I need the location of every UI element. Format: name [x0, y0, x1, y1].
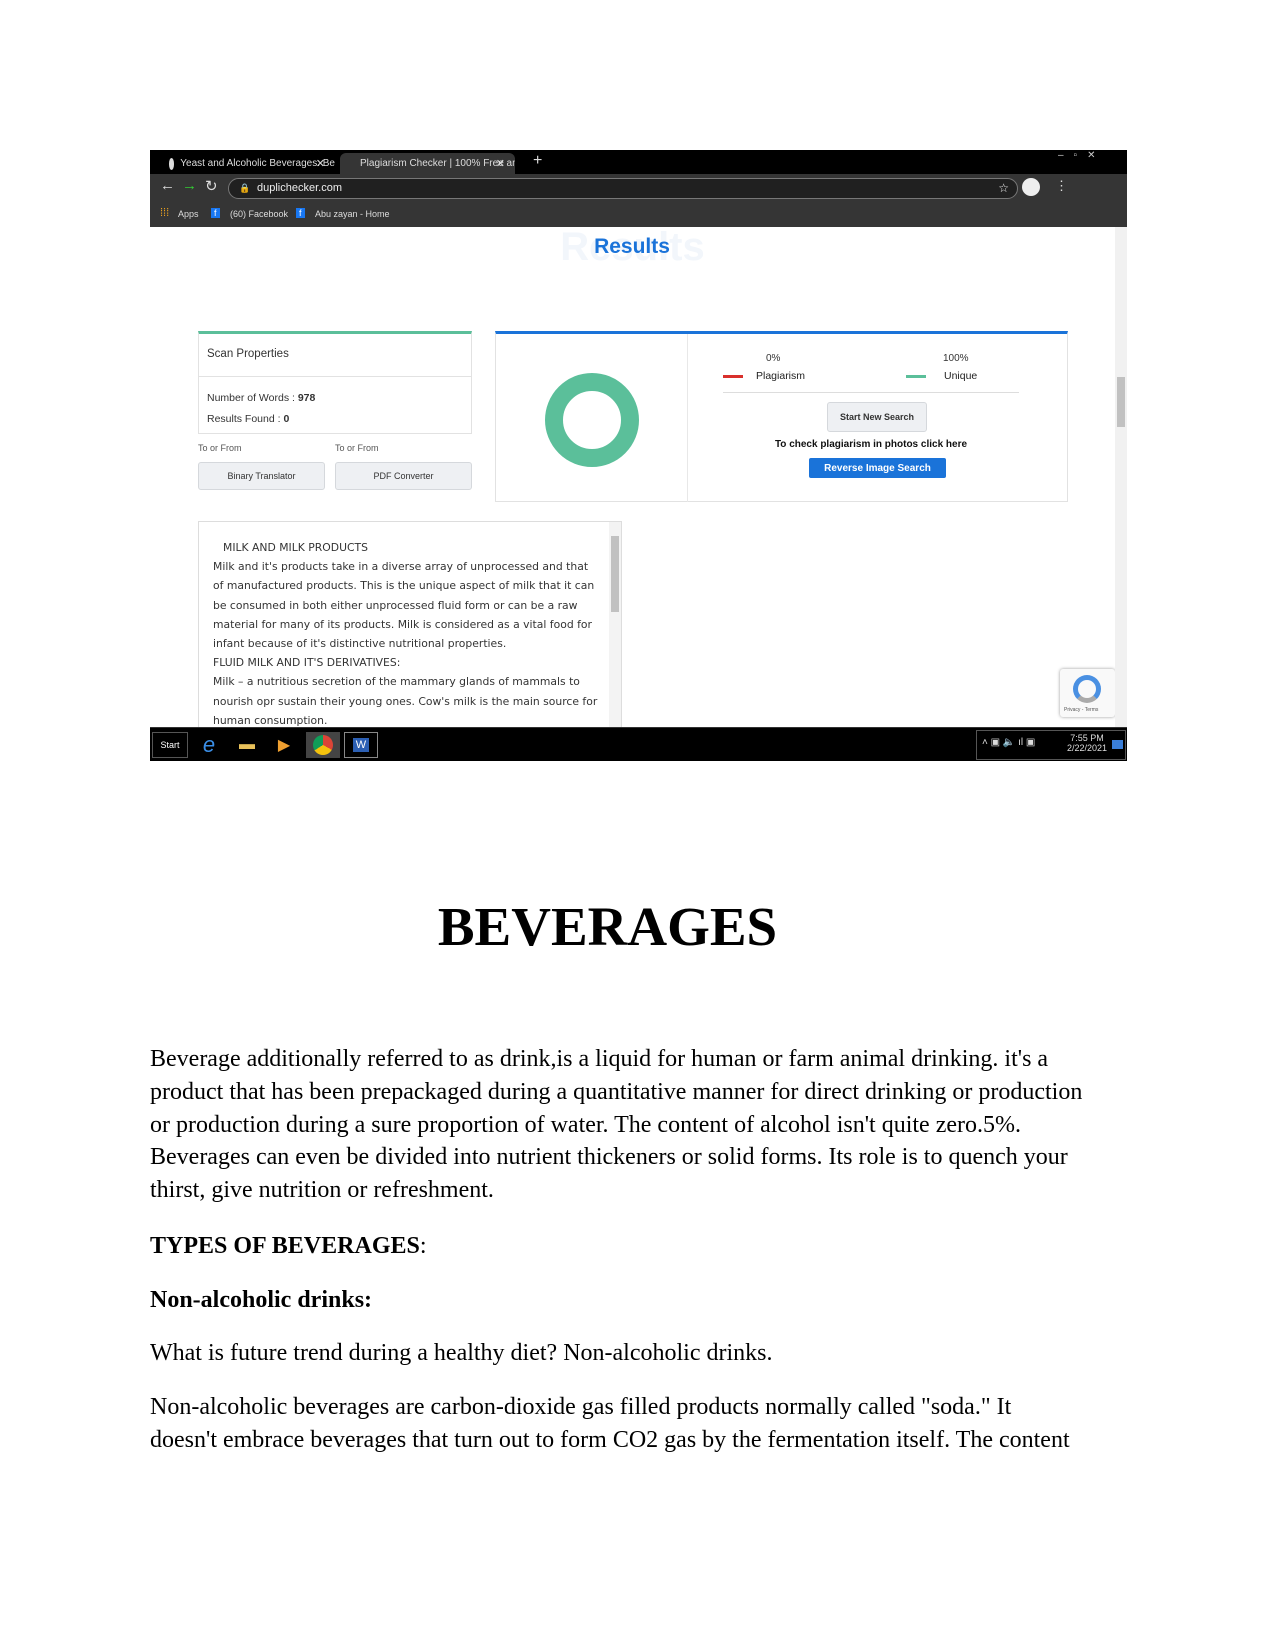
- new-tab-icon[interactable]: +: [533, 152, 542, 170]
- window-controls[interactable]: –▫✕: [1058, 150, 1106, 161]
- text-line: Milk and it's products take in a diverse…: [213, 560, 589, 574]
- page-content: Results Results Scan Properties Number o…: [150, 225, 1115, 731]
- submitted-text-box[interactable]: MILK AND MILK PRODUCTS Milk and it's prod…: [198, 521, 622, 731]
- url-text: duplichecker.com: [257, 182, 342, 194]
- lock-icon: 🔒: [239, 183, 251, 193]
- types-heading: TYPES OF BEVERAGES:: [150, 1233, 427, 1259]
- clock[interactable]: 7:55 PM 2/22/2021: [1067, 733, 1107, 753]
- bookmarks-bar: ⁞⁞⁞ Apps f (60) Facebook f Abu zayan - H…: [150, 203, 1127, 227]
- submitted-text: MILK AND MILK PRODUCTS Milk and it's prod…: [213, 538, 603, 730]
- facebook-icon: f: [211, 208, 220, 218]
- chrome-icon[interactable]: [306, 732, 340, 758]
- tab-plagiarism-checker[interactable]: Plagiarism Checker | 100% Free an ✕: [340, 153, 515, 174]
- results-found: Results Found : 0: [207, 413, 290, 425]
- unique-legend-swatch: [906, 375, 926, 378]
- text-line: be consumed in both either unprocessed f…: [213, 598, 578, 612]
- text-line: Milk – a nutritious secretion of the mam…: [213, 675, 580, 689]
- scan-properties-heading: Scan Properties: [207, 348, 289, 360]
- facebook-icon: f: [296, 208, 305, 218]
- address-toolbar: ← → ↻ 🔒 duplichecker.com ☆ ⋮: [150, 174, 1127, 203]
- unique-label: Unique: [944, 370, 978, 382]
- forward-icon[interactable]: →: [182, 177, 197, 194]
- text-line: infant because of it's distinctive nutri…: [213, 637, 507, 651]
- internet-explorer-icon[interactable]: e: [192, 732, 226, 758]
- intro-paragraph: Beverage additionally referred to as dri…: [150, 1043, 1130, 1207]
- start-new-search-button[interactable]: Start New Search: [827, 402, 927, 432]
- converter-caption: To or From: [198, 443, 242, 453]
- text-line: of manufactured products. This is the un…: [213, 579, 595, 593]
- non-alcoholic-heading: Non-alcoholic drinks:: [150, 1287, 373, 1313]
- recaptcha-badge[interactable]: Privacy - Terms: [1060, 669, 1115, 717]
- embedded-screenshot: Yeast and Alcoholic Beverages: Be ✕ Plag…: [150, 150, 1127, 761]
- reload-icon[interactable]: ↻: [205, 177, 218, 195]
- recaptcha-icon: [1073, 675, 1101, 703]
- photo-hint-text: To check plagiarism in photos click here: [774, 439, 968, 450]
- media-player-icon[interactable]: ▶: [267, 732, 301, 758]
- unique-donut-ring: [545, 373, 639, 467]
- question-paragraph: What is future trend during a healthy di…: [150, 1340, 773, 1366]
- unique-donut-chart: [545, 373, 639, 467]
- binary-translator-button[interactable]: Binary Translator: [198, 462, 325, 490]
- text-line: Non-alcoholic beverages are carbon-dioxi…: [150, 1394, 1012, 1420]
- plagiarism-legend-swatch: [723, 375, 743, 378]
- unique-percent: 100%: [943, 353, 969, 364]
- text-line: Beverage additionally referred to as dri…: [150, 1046, 1049, 1072]
- profile-icon[interactable]: [1022, 178, 1040, 196]
- word-icon[interactable]: W: [344, 732, 378, 758]
- page-scrollbar[interactable]: [1115, 227, 1127, 727]
- recaptcha-links[interactable]: Privacy - Terms: [1064, 707, 1098, 713]
- plagiarism-label: Plagiarism: [756, 370, 806, 382]
- wordpress-icon: [169, 157, 175, 170]
- pdf-converter-button[interactable]: PDF Converter: [335, 462, 472, 490]
- text-line: Beverages can even be divided into nutri…: [150, 1144, 1068, 1171]
- tab-yeast[interactable]: Yeast and Alcoholic Beverages: Be ✕: [155, 153, 335, 174]
- close-icon[interactable]: ✕: [496, 157, 505, 170]
- results-title: Results: [594, 235, 670, 258]
- url-bar[interactable]: 🔒 duplichecker.com ☆: [228, 178, 1018, 199]
- document-heading: BEVERAGES: [437, 896, 778, 957]
- back-icon[interactable]: ←: [160, 177, 175, 194]
- system-tray: ˄ ▣ 🔈 ıl ▣ 7:55 PM 2/22/2021: [976, 730, 1126, 760]
- text-line: or production during a sure proportion o…: [150, 1111, 1021, 1138]
- results-summary-panel: 0% 100% Plagiarism Unique Start New Sear…: [495, 331, 1068, 502]
- tab-bar: Yeast and Alcoholic Beverages: Be ✕ Plag…: [150, 150, 1127, 174]
- text-line: nourish opr sustain their young ones. Co…: [213, 694, 598, 708]
- reverse-image-search-button[interactable]: Reverse Image Search: [809, 458, 946, 478]
- show-desktop-icon[interactable]: [1112, 740, 1123, 749]
- text-line: product that has been prepackaged during…: [150, 1078, 1083, 1105]
- tab-title: Yeast and Alcoholic Beverages: Be: [180, 158, 335, 169]
- text-line: MILK AND MILK PRODUCTS: [223, 541, 368, 554]
- bookmark-apps[interactable]: Apps: [178, 209, 199, 219]
- taskbar: Start e ▬ ▶ W ˄ ▣ 🔈 ıl ▣ 7:55 PM 2/22/202…: [150, 727, 1127, 761]
- non-alcoholic-paragraph: Non-alcoholic beverages are carbon-dioxi…: [150, 1391, 1130, 1457]
- tab-title: Plagiarism Checker | 100% Free an: [360, 158, 515, 169]
- bookmark-abu-zayan[interactable]: Abu zayan - Home: [315, 209, 390, 219]
- star-icon[interactable]: ☆: [998, 179, 1009, 198]
- start-button[interactable]: Start: [152, 732, 188, 758]
- scan-properties-card: Scan Properties Number of Words : 978 Re…: [198, 331, 472, 434]
- converter-caption: To or From: [335, 443, 379, 453]
- menu-icon[interactable]: ⋮: [1055, 178, 1068, 194]
- text-line: thirst, give nutrition or refreshment.: [150, 1177, 494, 1204]
- text-scrollbar[interactable]: [609, 522, 621, 730]
- bookmark-facebook[interactable]: (60) Facebook: [230, 209, 288, 219]
- plagiarism-percent: 0%: [766, 353, 781, 364]
- apps-icon: ⁞⁞⁞: [160, 207, 170, 219]
- text-line: material for many of its products. Milk …: [213, 617, 592, 631]
- text-line: doesn't embrace beverages that turn out …: [150, 1426, 1070, 1453]
- word-count: Number of Words : 978: [207, 392, 316, 404]
- tray-icons[interactable]: ˄ ▣ 🔈 ıl ▣: [982, 737, 1035, 748]
- close-icon[interactable]: ✕: [316, 157, 325, 170]
- text-line: FLUID MILK AND IT'S DERIVATIVES:: [213, 656, 401, 670]
- file-explorer-icon[interactable]: ▬: [230, 732, 264, 758]
